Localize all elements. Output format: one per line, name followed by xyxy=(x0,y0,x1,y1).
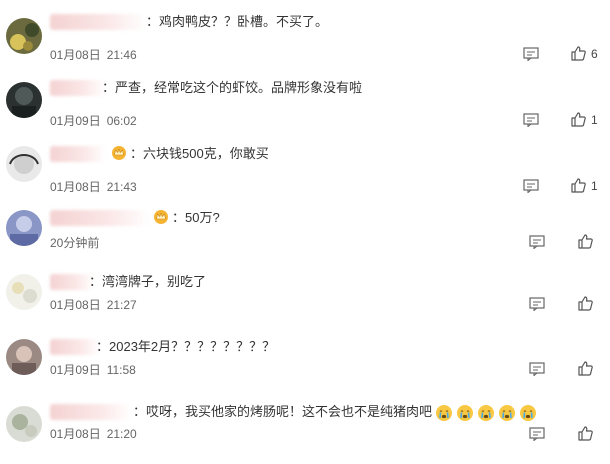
comment-row: ：2023年2月？？？？？？？？ 01月09日 11:58 xyxy=(0,335,610,399)
thumbs-up-icon[interactable] xyxy=(578,296,593,311)
thumbs-up-icon[interactable] xyxy=(578,426,593,441)
crying-emoji-icon xyxy=(436,404,453,421)
comment-text: ：鸡肉鸭皮？？卧槽。不买了。 xyxy=(146,14,329,29)
avatar[interactable] xyxy=(6,406,42,442)
comment-time: 01月08日 21:43 xyxy=(50,180,137,194)
comment-icon[interactable] xyxy=(523,47,539,61)
comment-text: ：50万? xyxy=(172,210,220,225)
crying-emoji-icon xyxy=(520,404,537,421)
comment-text: ：湾湾牌子，别吃了 xyxy=(89,274,207,289)
username-blurred[interactable] xyxy=(50,404,132,420)
comment-text: ：六块钱500克，你敢买 xyxy=(130,146,269,161)
comment-text: ：2023年2月？？？？？？？？ xyxy=(96,339,276,354)
comment-time: 01月08日 21:20 xyxy=(50,427,137,441)
comment-time: 01月09日 06:02 xyxy=(50,114,137,128)
comment-row: ：哎呀，我买他家的烤肠呢！这不会也不是纯猪肉吧 01月08日 21:20 xyxy=(0,400,610,464)
crown-badge-icon xyxy=(154,210,168,224)
thumbs-up-icon[interactable] xyxy=(571,112,586,127)
crying-emoji-icon xyxy=(478,404,495,421)
like-count: 1 xyxy=(591,179,598,193)
comment-time: 01月09日 11:58 xyxy=(50,363,136,377)
comment-row: ：鸡肉鸭皮？？卧槽。不买了。 01月08日 21:46 6 xyxy=(0,10,610,74)
comment-row: ：湾湾牌子，别吃了 01月08日 21:27 xyxy=(0,270,610,334)
thumbs-up-icon[interactable] xyxy=(578,234,593,249)
avatar[interactable] xyxy=(6,339,42,375)
avatar[interactable] xyxy=(6,82,42,118)
comment-row: ：六块钱500克，你敢买 01月08日 21:43 1 xyxy=(0,142,610,206)
username-blurred[interactable] xyxy=(50,146,106,162)
thumbs-up-icon[interactable] xyxy=(571,46,586,61)
like-count: 6 xyxy=(591,47,598,61)
username-blurred[interactable] xyxy=(50,80,106,96)
thumbs-up-icon[interactable] xyxy=(578,361,593,376)
comment-time: 01月08日 21:27 xyxy=(50,298,137,312)
comment-icon[interactable] xyxy=(529,235,545,249)
username-blurred[interactable] xyxy=(50,339,100,355)
username-blurred[interactable] xyxy=(50,210,150,226)
like-count: 1 xyxy=(591,113,598,127)
avatar[interactable] xyxy=(6,274,42,310)
avatar[interactable] xyxy=(6,146,42,182)
comment-icon[interactable] xyxy=(529,362,545,376)
username-blurred[interactable] xyxy=(50,274,94,290)
avatar[interactable] xyxy=(6,210,42,246)
comment-icon[interactable] xyxy=(529,427,545,441)
thumbs-up-icon[interactable] xyxy=(571,178,586,193)
comment-icon[interactable] xyxy=(529,297,545,311)
crying-emoji-icon xyxy=(499,404,516,421)
comment-time: 01月08日 21:46 xyxy=(50,48,137,62)
crown-badge-icon xyxy=(112,146,126,160)
comment-text: ：哎呀，我买他家的烤肠呢！这不会也不是纯猪肉吧 xyxy=(133,403,537,422)
comment-text: ：严查，经常吃这个的虾饺。品牌形象没有啦 xyxy=(102,80,363,95)
avatar[interactable] xyxy=(6,18,42,54)
comment-time: 20分钟前 xyxy=(50,236,100,250)
comment-row: ：50万? 20分钟前 xyxy=(0,206,610,270)
crying-emoji-icon xyxy=(457,404,474,421)
username-blurred[interactable] xyxy=(50,14,146,30)
comment-icon[interactable] xyxy=(523,179,539,193)
comment-icon[interactable] xyxy=(523,113,539,127)
comment-row: ：严查，经常吃这个的虾饺。品牌形象没有啦 01月09日 06:02 1 xyxy=(0,76,610,140)
